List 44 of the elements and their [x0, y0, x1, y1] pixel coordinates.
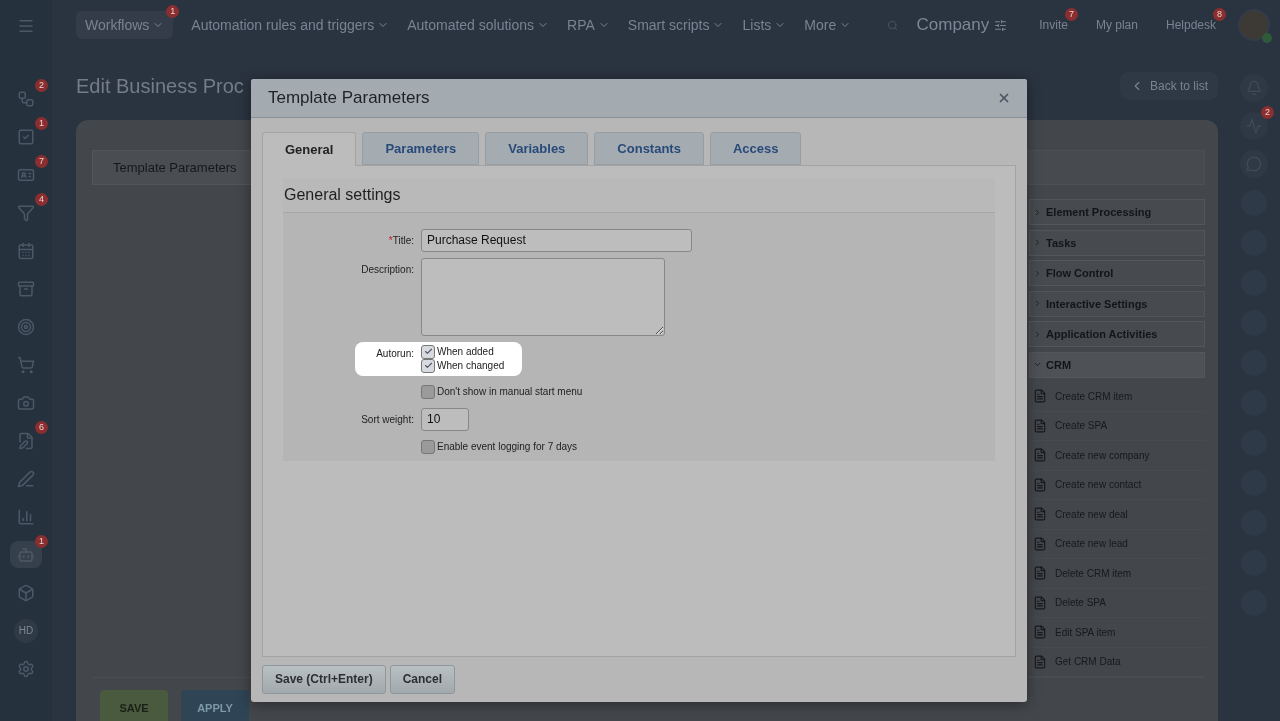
notification-badge: 1: [166, 5, 180, 18]
dialog-tab[interactable]: Access: [709, 131, 802, 165]
activity-group[interactable]: CRM: [1029, 351, 1205, 378]
notification-badge: 7: [1064, 8, 1078, 21]
page-title: Edit Business Proc: [76, 74, 244, 98]
notification-badge: 2: [1261, 106, 1274, 119]
field-label: Sort weight:: [360, 412, 415, 425]
notification-badge: 4: [35, 193, 48, 206]
nav-tab[interactable]: More: [804, 11, 852, 39]
field-label: Description:: [360, 262, 415, 275]
checkbox-option[interactable]: Enable event logging for 7 days: [421, 439, 578, 454]
nav-tab[interactable]: RPA: [567, 11, 610, 39]
company-switcher[interactable]: Company: [916, 15, 1008, 35]
checkbox-option[interactable]: When added: [421, 344, 505, 359]
dialog-title: Template Parameters: [268, 87, 431, 108]
field-label: Autorun:: [375, 346, 415, 359]
back-button[interactable]: Back to list: [1119, 72, 1218, 100]
dialog-tab[interactable]: Constants: [594, 131, 704, 165]
nav-tab[interactable]: Automated solutions: [407, 11, 550, 39]
dialog-tab[interactable]: Variables: [485, 131, 589, 165]
header-button[interactable]: My plan: [1091, 14, 1142, 36]
checkbox-option[interactable]: Don't show in manual start menu: [421, 384, 583, 399]
footer-button[interactable]: SAVE: [100, 689, 168, 721]
nav-tab[interactable]: Automation rules and triggers: [191, 11, 390, 39]
activity-group[interactable]: Tasks: [1029, 229, 1205, 256]
nav-tab[interactable]: Smart scripts: [627, 11, 725, 39]
notification-badge: 7: [35, 155, 48, 168]
sort-weight-field[interactable]: 10: [421, 407, 469, 431]
activity-group[interactable]: Element Processing: [1029, 199, 1205, 225]
field-label: *Title:: [387, 233, 415, 246]
notification-badge: 2: [35, 79, 48, 92]
dialog-tab[interactable]: Parameters: [362, 131, 480, 165]
checkbox-option[interactable]: When changed: [421, 358, 505, 373]
notification-badge: 8: [1213, 8, 1226, 21]
notification-badge: 6: [35, 421, 48, 434]
dialog-button[interactable]: Save (Ctrl+Enter): [262, 664, 386, 694]
notification-badge: 1: [35, 535, 48, 548]
title-field[interactable]: Purchase Request: [421, 228, 692, 252]
nav-tab[interactable]: Lists: [742, 11, 787, 39]
footer-button[interactable]: APPLY: [181, 689, 249, 721]
notification-badge: 1: [35, 117, 48, 130]
activity-group[interactable]: Application Activities: [1029, 321, 1205, 347]
dialog-tab[interactable]: General: [262, 131, 357, 166]
dialog-button[interactable]: Cancel: [389, 664, 456, 694]
